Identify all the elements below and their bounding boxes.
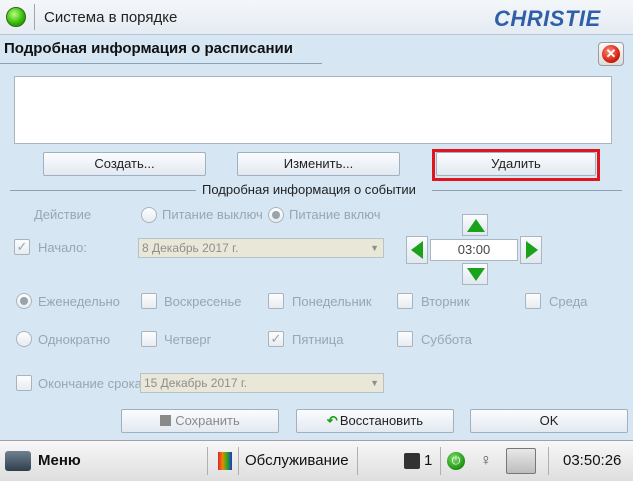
saturday-checkbox[interactable] [397, 331, 413, 347]
sunday-label: Воскресенье [164, 294, 242, 309]
power-on-label: Питание включ [289, 207, 381, 222]
close-icon: ✕ [602, 45, 620, 63]
save-icon [160, 415, 172, 426]
edit-button[interactable]: Изменить... [237, 152, 400, 176]
wednesday-checkbox[interactable] [525, 293, 541, 309]
saturday-label: Суббота [421, 332, 472, 347]
divider [432, 190, 622, 191]
monday-checkbox[interactable] [268, 293, 284, 309]
tuesday-checkbox[interactable] [397, 293, 413, 309]
divider [440, 447, 441, 475]
delete-highlight-frame [432, 149, 600, 181]
arrow-right-icon [526, 241, 538, 259]
time-right-button[interactable] [520, 236, 542, 264]
thursday-checkbox[interactable] [141, 331, 157, 347]
schedule-list[interactable] [14, 76, 612, 144]
power-on-radio[interactable] [268, 207, 284, 223]
divider [207, 447, 208, 475]
friday-checkbox[interactable]: ✓ [268, 331, 284, 347]
chevron-down-icon: ▼ [370, 378, 379, 388]
divider [34, 4, 35, 30]
projector-icon[interactable] [5, 451, 31, 471]
weekly-label: Еженедельно [38, 294, 120, 309]
page-title: Подробная информация о расписании [4, 40, 293, 57]
divider [357, 447, 358, 475]
title-underline [0, 63, 322, 64]
content-count: 1 [424, 452, 433, 469]
thursday-label: Четверг [164, 332, 212, 347]
undo-icon: ↶ [326, 413, 338, 428]
action-label: Действие [34, 207, 92, 222]
restore-button[interactable]: ↶ Восстановить [296, 409, 454, 433]
power-icon[interactable]: ⏻ [447, 452, 465, 470]
power-off-label: Питание выключ [162, 207, 263, 222]
status-ok-icon[interactable] [6, 7, 26, 27]
weekly-radio[interactable] [16, 293, 32, 309]
time-up-button[interactable] [462, 214, 488, 236]
start-checkbox[interactable]: ✓ [14, 239, 30, 255]
menu-button[interactable]: Меню [38, 452, 81, 469]
monday-label: Понедельник [292, 294, 372, 309]
once-radio[interactable] [16, 331, 32, 347]
time-down-button[interactable] [462, 263, 488, 285]
service-button[interactable]: Обслуживание [245, 452, 349, 469]
close-button[interactable]: ✕ [598, 42, 624, 66]
end-date-value: 15 Декабрь 2017 г. [144, 376, 248, 390]
arrow-down-icon [467, 268, 485, 281]
save-button[interactable]: Сохранить [121, 409, 279, 433]
sunday-checkbox[interactable] [141, 293, 157, 309]
divider [10, 190, 196, 191]
start-label: Начало: [38, 240, 87, 255]
start-date-value: 8 Декабрь 2017 г. [142, 241, 239, 255]
christie-logo: CHRISTIE [494, 6, 601, 31]
start-date-select[interactable]: 8 Декабрь 2017 г. ▼ [138, 238, 384, 258]
create-button[interactable]: Создать... [43, 152, 206, 176]
service-icon[interactable] [218, 452, 232, 470]
clock: 03:50:26 [563, 452, 622, 469]
lamp-icon[interactable]: ♀ [480, 450, 492, 472]
ok-button[interactable]: OK [470, 409, 628, 433]
end-label: Окончание срока [38, 376, 142, 391]
once-label: Однократно [38, 332, 111, 347]
shutter-icon[interactable] [506, 448, 536, 474]
end-date-select[interactable]: 15 Декабрь 2017 г. ▼ [140, 373, 384, 393]
clapper-icon[interactable] [404, 453, 420, 469]
system-status-text: Система в порядке [44, 9, 178, 26]
arrow-up-icon [467, 219, 485, 232]
chevron-down-icon: ▼ [370, 243, 379, 253]
divider [238, 447, 239, 475]
power-off-radio[interactable] [141, 207, 157, 223]
wednesday-label: Среда [549, 294, 588, 309]
event-section-label: Подробная информация о событии [200, 182, 418, 197]
arrow-left-icon [411, 241, 423, 259]
divider [548, 447, 549, 475]
tuesday-label: Вторник [421, 294, 470, 309]
time-field[interactable]: 03:00 [430, 239, 518, 261]
save-label: Сохранить [175, 413, 240, 428]
friday-label: Пятница [292, 332, 344, 347]
restore-label: Восстановить [339, 413, 424, 428]
end-checkbox[interactable] [16, 375, 32, 391]
time-left-button[interactable] [406, 236, 428, 264]
